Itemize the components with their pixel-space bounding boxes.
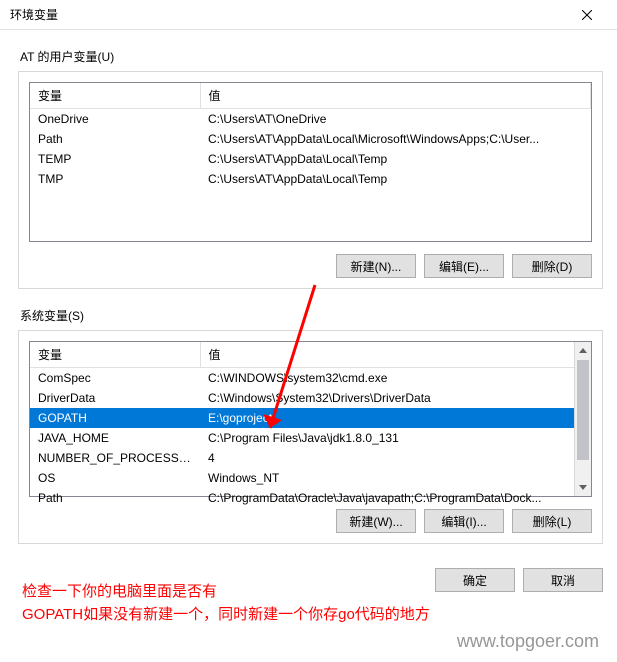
system-scrollbar[interactable]	[574, 342, 591, 496]
cell-variable: ComSpec	[30, 368, 200, 389]
cell-variable: OS	[30, 468, 200, 488]
table-row[interactable]: DriverDataC:\Windows\System32\Drivers\Dr…	[30, 388, 591, 408]
titlebar: 环境变量	[0, 0, 617, 30]
table-row[interactable]: TEMPC:\Users\AT\AppData\Local\Temp	[30, 149, 591, 169]
cell-variable: JAVA_HOME	[30, 428, 200, 448]
user-header-variable[interactable]: 变量	[30, 83, 200, 109]
scroll-down-icon[interactable]	[575, 479, 591, 496]
cell-value: Windows_NT	[200, 468, 591, 488]
annotation-line2: GOPATH如果没有新建一个，同时新建一个你存go代码的地方	[22, 604, 430, 627]
cell-value: C:\Users\AT\AppData\Local\Temp	[200, 169, 591, 236]
table-row[interactable]: JAVA_HOMEC:\Program Files\Java\jdk1.8.0_…	[30, 428, 591, 448]
table-row[interactable]: NUMBER_OF_PROCESSORS4	[30, 448, 591, 468]
table-row[interactable]: OneDriveC:\Users\AT\OneDrive	[30, 109, 591, 130]
sys-header-variable[interactable]: 变量	[30, 342, 200, 368]
table-row[interactable]: OSWindows_NT	[30, 468, 591, 488]
user-vars-box: 变量 值 OneDriveC:\Users\AT\OneDrivePathC:\…	[18, 71, 603, 289]
sys-header-value[interactable]: 值	[200, 342, 591, 368]
cancel-button[interactable]: 取消	[523, 568, 603, 592]
system-button-row: 新建(W)... 编辑(I)... 删除(L)	[29, 509, 592, 533]
table-row[interactable]: ComSpecC:\WINDOWS\system32\cmd.exe	[30, 368, 591, 389]
cell-value: E:\goproject	[200, 408, 591, 428]
dialog-title: 环境变量	[10, 6, 567, 23]
table-row[interactable]: TMPC:\Users\AT\AppData\Local\Temp	[30, 169, 591, 236]
system-new-button[interactable]: 新建(W)...	[336, 509, 416, 533]
user-delete-button[interactable]: 删除(D)	[512, 254, 592, 278]
user-header-value[interactable]: 值	[200, 83, 591, 109]
system-delete-button[interactable]: 删除(L)	[512, 509, 592, 533]
cell-variable: TMP	[30, 169, 200, 236]
system-vars-table[interactable]: 变量 值 ComSpecC:\WINDOWS\system32\cmd.exeD…	[29, 341, 592, 497]
cell-variable: Path	[30, 129, 200, 149]
system-vars-label: 系统变量(S)	[20, 307, 603, 324]
user-new-button[interactable]: 新建(N)...	[336, 254, 416, 278]
scrollbar-thumb[interactable]	[577, 360, 589, 460]
cell-variable: TEMP	[30, 149, 200, 169]
dialog-button-row: 确定 取消	[0, 554, 617, 604]
cell-value: C:\ProgramData\Oracle\Java\javapath;C:\P…	[200, 488, 591, 508]
cell-value: C:\Users\AT\AppData\Local\Temp	[200, 149, 591, 169]
cell-variable: GOPATH	[30, 408, 200, 428]
watermark: www.topgoer.com	[457, 631, 599, 652]
scroll-up-icon[interactable]	[575, 342, 591, 359]
cell-value: C:\Program Files\Java\jdk1.8.0_131	[200, 428, 591, 448]
cell-value: C:\Users\AT\AppData\Local\Microsoft\Wind…	[200, 129, 591, 149]
user-edit-button[interactable]: 编辑(E)...	[424, 254, 504, 278]
close-icon	[582, 10, 592, 20]
table-row[interactable]: GOPATHE:\goproject	[30, 408, 591, 428]
cell-variable: NUMBER_OF_PROCESSORS	[30, 448, 200, 468]
cell-value: 4	[200, 448, 591, 468]
table-row[interactable]: PathC:\Users\AT\AppData\Local\Microsoft\…	[30, 129, 591, 149]
ok-button[interactable]: 确定	[435, 568, 515, 592]
cell-value: C:\Users\AT\OneDrive	[200, 109, 591, 130]
cell-variable: DriverData	[30, 388, 200, 408]
close-button[interactable]	[567, 1, 607, 29]
user-button-row: 新建(N)... 编辑(E)... 删除(D)	[29, 254, 592, 278]
user-vars-label: AT 的用户变量(U)	[20, 48, 603, 65]
system-edit-button[interactable]: 编辑(I)...	[424, 509, 504, 533]
cell-value: C:\WINDOWS\system32\cmd.exe	[200, 368, 591, 389]
cell-value: C:\Windows\System32\Drivers\DriverData	[200, 388, 591, 408]
system-vars-box: 变量 值 ComSpecC:\WINDOWS\system32\cmd.exeD…	[18, 330, 603, 544]
cell-variable: Path	[30, 488, 200, 508]
table-row[interactable]: PathC:\ProgramData\Oracle\Java\javapath;…	[30, 488, 591, 508]
cell-variable: OneDrive	[30, 109, 200, 130]
user-vars-table[interactable]: 变量 值 OneDriveC:\Users\AT\OneDrivePathC:\…	[29, 82, 592, 242]
